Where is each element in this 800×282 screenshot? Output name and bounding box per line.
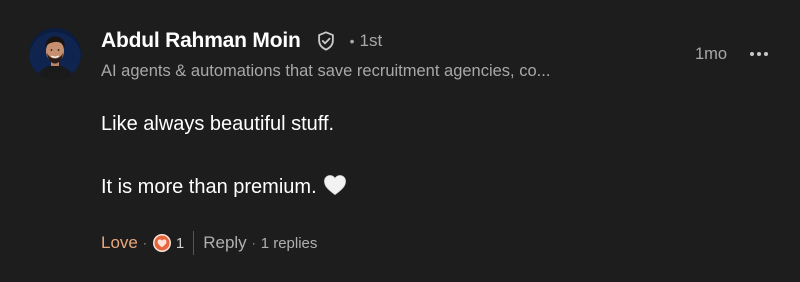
reply-button[interactable]: Reply	[203, 233, 246, 253]
shield-check-icon[interactable]	[315, 30, 337, 52]
comment-text-line-2: It is more than premium.	[101, 174, 347, 202]
more-options-button[interactable]	[745, 42, 773, 66]
comment-text-line-1: Like always beautiful stuff.	[101, 113, 335, 135]
replies-count-link[interactable]: 1 replies	[261, 235, 318, 252]
avatar[interactable]	[29, 28, 81, 80]
love-reaction-icon[interactable]	[152, 233, 172, 253]
author-headline: AI agents & automations that save recrui…	[101, 62, 551, 80]
degree-separator: •	[349, 33, 355, 49]
reply-separator: ·	[251, 236, 256, 250]
comment-item: Abdul Rahman Moin • 1st AI agents & auto…	[0, 0, 800, 282]
white-heart-emoji-icon	[323, 174, 347, 202]
connection-degree: 1st	[359, 31, 383, 50]
author-name[interactable]: Abdul Rahman Moin	[101, 29, 301, 53]
reaction-count[interactable]: 1	[176, 235, 184, 252]
comment-text-line-2-text: It is more than premium.	[101, 176, 317, 198]
more-horizontal-icon	[750, 52, 768, 56]
comment-timestamp: 1mo	[695, 45, 728, 63]
avatar-image	[29, 28, 81, 80]
action-separator: ·	[142, 236, 147, 250]
actions-divider	[193, 231, 195, 255]
love-reaction-button[interactable]: Love	[101, 233, 138, 253]
comment-header: Abdul Rahman Moin • 1st	[101, 27, 382, 55]
comment-actions: Love · 1 Reply · 1 replies	[101, 230, 317, 256]
